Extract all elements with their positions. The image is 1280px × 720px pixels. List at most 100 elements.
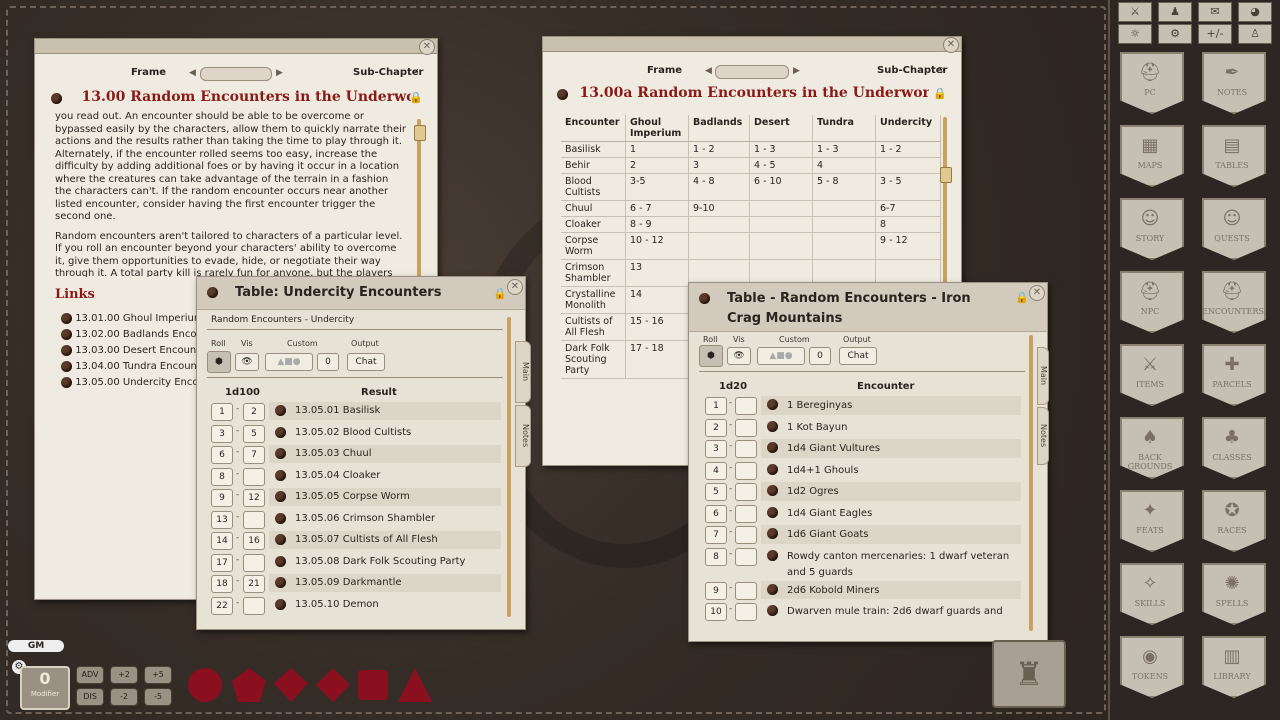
roll-dice-button[interactable]: ⬢ <box>207 351 231 373</box>
effects-icon[interactable]: ♙ <box>1238 24 1272 44</box>
record-link-icon[interactable] <box>275 469 286 481</box>
sidebar-button-encounters[interactable]: ⛑ ENCOUNTERS <box>1202 271 1266 335</box>
frame-slider[interactable] <box>200 67 272 81</box>
party-icon[interactable]: ♟ <box>1158 2 1192 22</box>
range-from-field[interactable]: 18 <box>211 575 233 593</box>
range-to-field[interactable] <box>735 547 757 566</box>
sidebar-button-skills[interactable]: ✧ SKILLS <box>1120 563 1184 627</box>
frame-next-icon[interactable]: ▶ <box>793 66 800 76</box>
frame-slider[interactable] <box>715 65 789 79</box>
range-from-field[interactable]: 14 <box>211 532 233 550</box>
d10-die-icon[interactable] <box>274 668 308 702</box>
modifier-box[interactable]: 0 Modifier <box>20 666 70 710</box>
calendar-icon[interactable]: ✉ <box>1198 2 1232 22</box>
lock-icon[interactable]: 🔒 <box>933 87 947 100</box>
combat-swords-icon[interactable]: ⚔ <box>1118 2 1152 22</box>
range-from-field[interactable]: 6 <box>211 446 233 464</box>
range-to-field[interactable]: 5 <box>243 424 265 443</box>
d12-die-icon[interactable] <box>232 668 266 702</box>
custom-modifier-field[interactable]: 0 <box>317 353 339 371</box>
record-link-icon[interactable] <box>767 420 778 432</box>
visibility-toggle[interactable]: 👁 <box>235 353 259 371</box>
roll-dice-button[interactable]: ⬢ <box>699 345 723 367</box>
range-to-field[interactable]: 12 <box>243 489 265 507</box>
record-link-icon[interactable] <box>61 328 72 340</box>
record-link-icon[interactable] <box>61 312 72 324</box>
sidebar-button-feats[interactable]: ✦ FEATS <box>1120 490 1184 554</box>
d6-die-icon[interactable] <box>358 670 388 700</box>
record-link-icon[interactable] <box>275 448 286 459</box>
range-from-field[interactable]: 7 <box>705 526 727 544</box>
lock-icon[interactable]: 🔒 <box>493 287 507 300</box>
range-to-field[interactable] <box>243 596 265 615</box>
range-from-field[interactable]: 3 <box>211 424 233 443</box>
light-icon[interactable]: ☼ <box>1118 24 1152 44</box>
sidebar-button-notes[interactable]: ✒ NOTES <box>1202 52 1266 116</box>
record-link-icon[interactable] <box>275 598 286 610</box>
link-item[interactable]: 13.05.00 Undercity Encou <box>61 375 201 391</box>
options-gear-icon[interactable]: ⚙ <box>1158 24 1192 44</box>
sidebar-button-parcels[interactable]: ✚ PARCELS <box>1202 344 1266 408</box>
record-link-icon[interactable] <box>767 485 778 496</box>
record-link-icon[interactable] <box>61 376 72 388</box>
minus5-button[interactable]: -5 <box>144 688 172 706</box>
lock-icon[interactable]: 🔒 <box>409 91 423 104</box>
grid-scroll-thumb[interactable] <box>940 167 952 183</box>
dice-tower-icon[interactable]: ♜ <box>992 640 1066 708</box>
record-link-icon[interactable] <box>767 442 778 453</box>
modifiers-button[interactable]: +/- <box>1198 24 1232 44</box>
range-to-field[interactable] <box>243 467 265 486</box>
tab-main[interactable]: Main <box>515 341 531 403</box>
custom-dice-field[interactable]: ▲■● <box>265 353 313 371</box>
record-link-icon[interactable] <box>767 583 778 595</box>
close-icon[interactable]: ✕ <box>1029 285 1045 301</box>
record-link-icon[interactable] <box>207 287 218 298</box>
lock-icon[interactable]: 🔒 <box>1015 291 1029 304</box>
output-chat-button[interactable]: Chat <box>347 353 385 371</box>
range-from-field[interactable]: 1 <box>705 397 727 415</box>
record-link-icon[interactable] <box>275 512 286 524</box>
sidebar-button-races[interactable]: ✪ RACES <box>1202 490 1266 554</box>
sidebar-button-quests[interactable]: ☺ QUESTS <box>1202 198 1266 262</box>
record-link-icon[interactable] <box>767 506 778 518</box>
sidebar-button-pc[interactable]: ⛑ PC <box>1120 52 1184 116</box>
output-chat-button[interactable]: Chat <box>839 347 877 365</box>
sidebar-button-tokens[interactable]: ◉ TOKENS <box>1120 636 1184 700</box>
tab-notes[interactable]: Notes <box>1037 407 1049 465</box>
record-link-icon[interactable] <box>767 399 778 410</box>
record-link-icon[interactable] <box>767 605 778 616</box>
story-titlebar[interactable] <box>35 39 437 54</box>
range-to-field[interactable]: 21 <box>243 575 265 593</box>
range-to-field[interactable] <box>735 440 757 458</box>
frame-prev-icon[interactable]: ◀ <box>705 66 712 76</box>
sidebar-button-items[interactable]: ⚔ ITEMS <box>1120 344 1184 408</box>
range-to-field[interactable] <box>243 553 265 572</box>
record-link-icon[interactable] <box>275 405 286 416</box>
ironcrag-table-window[interactable]: Table - Random Encounters - Iron Crag Mo… <box>688 282 1049 642</box>
sidebar-button-story[interactable]: ☺ STORY <box>1120 198 1184 262</box>
record-link-icon[interactable] <box>699 293 710 304</box>
range-from-field[interactable]: 13 <box>211 510 233 529</box>
range-to-field[interactable] <box>735 418 757 437</box>
record-link-icon[interactable] <box>767 528 778 539</box>
color-palette-icon[interactable]: ◕ <box>1238 2 1272 22</box>
link-item[interactable]: 13.03.00 Desert Encounte <box>61 343 201 359</box>
dis-button[interactable]: DIS <box>76 688 104 706</box>
undercity-table-window[interactable]: Table: Undercity Encounters 🔒 ✕ Random E… <box>196 276 531 630</box>
adv-button[interactable]: ADV <box>76 666 104 684</box>
range-from-field[interactable]: 4 <box>705 461 727 480</box>
range-to-field[interactable] <box>735 483 757 501</box>
sidebar-button-npc[interactable]: ⛑ NPC <box>1120 271 1184 335</box>
grid-titlebar[interactable] <box>543 37 961 52</box>
record-link-icon[interactable] <box>767 549 778 561</box>
visibility-toggle[interactable]: 👁 <box>727 347 751 365</box>
sidebar-button-maps[interactable]: ▦ MAPS <box>1120 125 1184 189</box>
range-from-field[interactable]: 22 <box>211 596 233 615</box>
range-from-field[interactable]: 3 <box>705 440 727 458</box>
range-from-field[interactable]: 10 <box>705 603 727 621</box>
custom-dice-field[interactable]: ▲■● <box>757 347 805 365</box>
range-from-field[interactable]: 8 <box>211 467 233 486</box>
sidebar-button-tables[interactable]: ▤ TABLES <box>1202 125 1266 189</box>
record-link-icon[interactable] <box>275 426 286 438</box>
record-link-icon[interactable] <box>275 491 286 502</box>
